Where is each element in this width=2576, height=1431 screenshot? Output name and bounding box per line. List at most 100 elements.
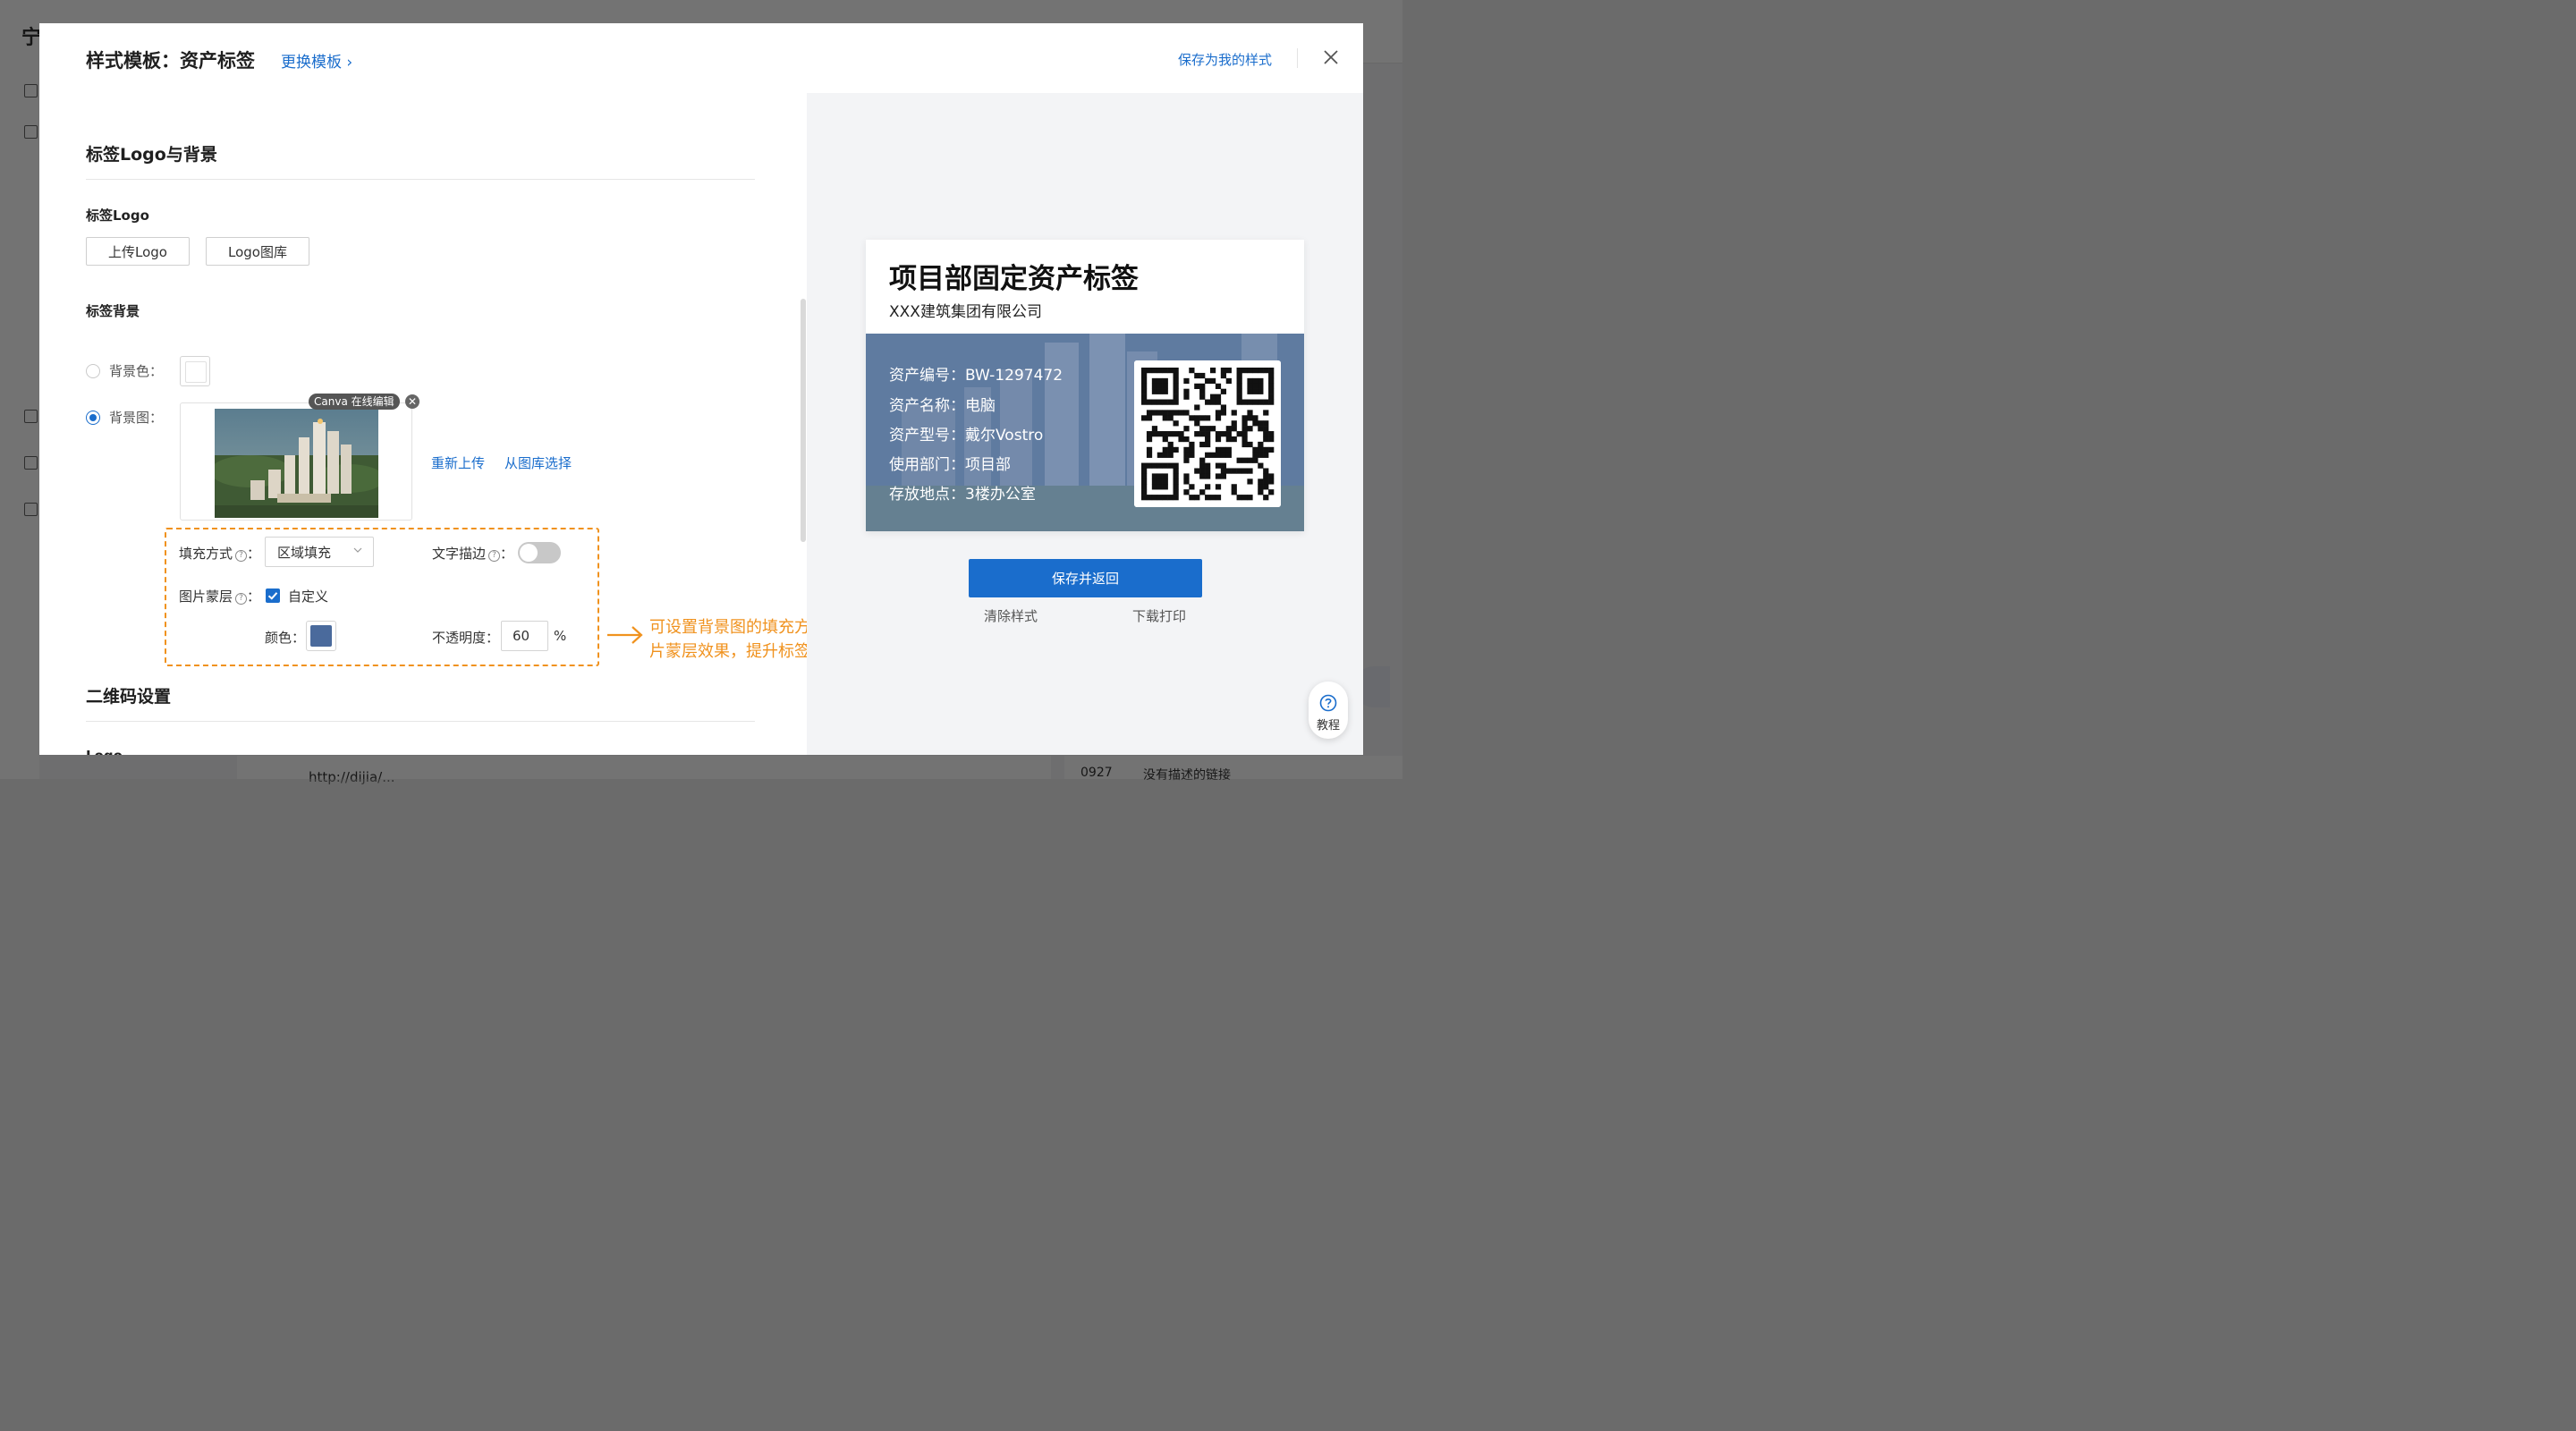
qr-module	[1205, 495, 1211, 501]
choose-from-gallery-link[interactable]: 从图库选择	[504, 453, 572, 472]
qr-module	[1263, 426, 1269, 432]
qr-module	[1151, 478, 1158, 485]
qr-module	[1220, 468, 1227, 474]
qr-module	[1220, 368, 1227, 374]
reupload-link[interactable]: 重新上传	[431, 453, 485, 472]
mask-color-picker[interactable]	[306, 621, 336, 651]
save-as-my-style-link[interactable]: 保存为我的样式	[1178, 50, 1272, 69]
qr-module	[1183, 394, 1190, 400]
mask-color-label: 颜色：	[265, 630, 306, 646]
qr-module	[1141, 399, 1148, 405]
bg-image-thumbnail[interactable]	[215, 409, 378, 518]
qr-module	[1258, 399, 1264, 405]
qr-module	[1263, 452, 1269, 458]
qr-module	[1151, 495, 1158, 501]
qr-module	[1157, 383, 1163, 389]
qr-module	[1162, 368, 1168, 374]
logo-gallery-button[interactable]: Logo图库	[206, 237, 309, 266]
qr-module	[1241, 495, 1248, 501]
qr-module	[1247, 383, 1253, 389]
qr-module	[1268, 489, 1275, 495]
qr-module	[1151, 388, 1158, 394]
text-stroke-toggle[interactable]	[518, 542, 561, 563]
qr-module	[1247, 399, 1253, 405]
bg-color-picker[interactable]	[180, 356, 210, 386]
qr-module	[1146, 368, 1153, 374]
save-and-return-button[interactable]: 保存并返回	[969, 559, 1202, 597]
qr-module	[1241, 415, 1248, 421]
qr-module	[1215, 415, 1222, 421]
qr-module	[1241, 441, 1248, 448]
qr-module	[1146, 452, 1153, 458]
qr-module	[1173, 420, 1179, 427]
qr-module	[1215, 410, 1222, 416]
qr-module	[1194, 383, 1200, 389]
qr-module	[1247, 441, 1253, 448]
qr-module	[1205, 468, 1211, 474]
label-info-key: 使用部门：	[889, 456, 965, 474]
section-divider	[86, 721, 755, 722]
tutorial-button[interactable]: 教程	[1309, 682, 1348, 739]
qr-module	[1167, 462, 1174, 469]
bg-image-radio[interactable]	[86, 411, 100, 425]
scrollbar[interactable]	[801, 299, 806, 542]
canva-edit-badge[interactable]: Canva 在线编辑	[309, 394, 400, 410]
qr-module	[1157, 478, 1163, 485]
label-title: 项目部固定资产标签	[889, 263, 1139, 295]
qr-module	[1247, 368, 1253, 374]
upload-logo-button[interactable]: 上传Logo	[86, 237, 190, 266]
fill-mode-select[interactable]: 区域填充	[265, 537, 374, 567]
qr-module	[1236, 383, 1242, 389]
qr-module	[1173, 388, 1179, 394]
qr-module	[1258, 388, 1264, 394]
bg-color-radio[interactable]	[86, 364, 100, 378]
qr-module	[1205, 452, 1211, 458]
clear-style-link[interactable]: 清除样式	[984, 606, 1038, 625]
close-icon[interactable]	[1320, 47, 1342, 68]
image-mask-label-text: 图片蒙层	[179, 588, 233, 605]
text-stroke-label: 文字描边?：	[432, 546, 514, 562]
qr-module	[1189, 415, 1195, 421]
qr-module	[1146, 436, 1153, 443]
qr-module	[1183, 388, 1190, 394]
qr-module	[1173, 431, 1179, 437]
qr-module	[1236, 495, 1242, 501]
qr-module	[1252, 457, 1258, 463]
arrow-right-icon	[607, 626, 643, 644]
qr-module	[1183, 410, 1190, 416]
qr-module	[1141, 388, 1148, 394]
qr-module	[1199, 473, 1206, 479]
download-print-link[interactable]: 下载打印	[1132, 606, 1186, 625]
help-icon[interactable]: ?	[235, 593, 248, 605]
qr-module	[1225, 368, 1232, 374]
qr-module	[1263, 410, 1269, 416]
qr-module	[1141, 468, 1148, 474]
qr-module	[1220, 388, 1227, 394]
qr-module	[1215, 452, 1222, 458]
label-background-title: 标签背景	[86, 303, 140, 319]
qr-module	[1189, 441, 1195, 448]
qr-module	[1247, 410, 1253, 416]
qr-module	[1167, 446, 1174, 453]
qr-module	[1205, 377, 1211, 385]
qr-module	[1141, 368, 1148, 374]
opacity-input[interactable]: 60	[501, 621, 548, 651]
qr-module	[1141, 462, 1148, 469]
qr-module	[1241, 431, 1248, 437]
qr-module	[1215, 383, 1222, 389]
remove-image-icon[interactable]: ✕	[405, 394, 419, 409]
switch-template-link[interactable]: 更换模板 ›	[281, 49, 352, 72]
qr-module	[1189, 495, 1195, 501]
qr-module	[1199, 372, 1206, 379]
qr-module	[1263, 431, 1269, 437]
qr-module	[1157, 473, 1163, 479]
qr-module	[1183, 377, 1190, 385]
qr-module	[1205, 473, 1211, 479]
label-info-key: 资产编号：	[889, 367, 965, 385]
help-icon[interactable]: ?	[235, 550, 248, 562]
help-icon[interactable]: ?	[488, 550, 501, 562]
qr-module	[1247, 468, 1253, 474]
qr-module	[1263, 478, 1269, 485]
qr-module	[1220, 410, 1227, 416]
mask-custom-checkbox[interactable]	[266, 588, 280, 603]
